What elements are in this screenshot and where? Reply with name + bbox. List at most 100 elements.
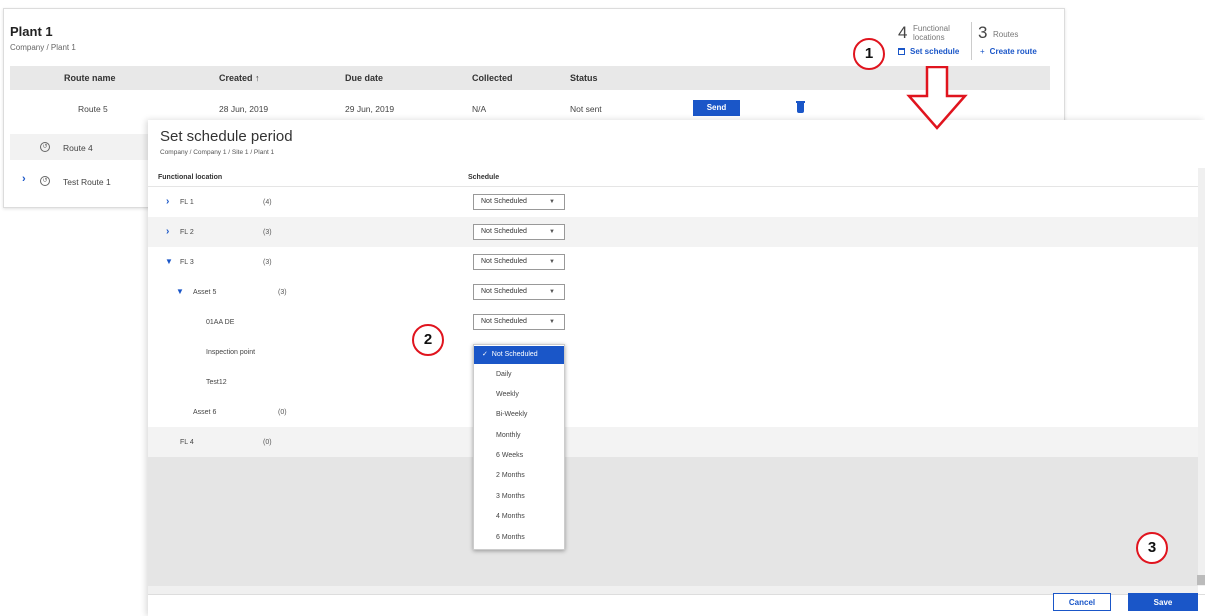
option-6-weeks[interactable]: 6 Weeks [474,446,564,466]
row-name: Test12 [206,379,227,386]
set-schedule-label: Set schedule [910,47,960,56]
table-row: › FL 1 (4) Not Scheduled ▼ [148,187,1198,217]
route-name[interactable]: Test Route 1 [63,177,111,187]
row-name: 01AA DE [206,319,235,326]
cancel-button[interactable]: Cancel [1053,593,1111,611]
option-not-scheduled[interactable]: ✓ Not Scheduled [474,346,564,364]
route-created: 28 Jun, 2019 [219,104,269,114]
caret-down-icon: ▼ [549,319,555,325]
row-name: FL 3 [180,259,194,266]
schedule-select[interactable]: Not Scheduled ▼ [473,284,565,300]
row-count: (0) [278,409,287,416]
check-icon: ✓ [482,351,488,358]
route-name[interactable]: Route 5 [78,104,108,114]
vertical-scrollbar[interactable] [1198,168,1205,586]
header-status[interactable]: Status [570,73,598,83]
option-2-months[interactable]: 2 Months [474,466,564,486]
header-created-label: Created [219,73,253,83]
routes-table-header [10,66,1050,90]
set-schedule-link[interactable]: Set schedule [898,47,959,56]
save-button[interactable]: Save [1128,593,1198,611]
row-name: Inspection point [206,349,256,356]
row-count: (3) [263,229,272,236]
row-name: Asset 5 [193,289,217,296]
callout-step-3: 3 [1136,532,1168,564]
chevron-down-icon[interactable]: ▼ [165,257,173,266]
calendar-icon [898,48,905,55]
schedule-select[interactable]: Not Scheduled ▼ [473,194,565,210]
functional-locations-count: 4 [898,23,908,42]
row-count: (3) [278,289,287,296]
down-arrow-icon [906,66,968,130]
option-daily[interactable]: Daily [474,365,564,385]
option-monthly[interactable]: Monthly [474,426,564,446]
create-route-label: Create route [989,47,1037,56]
header-collected[interactable]: Collected [472,73,513,83]
header-functional-location: Functional location [158,174,223,181]
option-label: Not Scheduled [491,351,538,358]
page-title: Plant 1 [10,24,53,39]
row-count: (3) [263,259,272,266]
caret-down-icon: ▼ [549,259,555,265]
row-name: FL 1 [180,199,194,206]
table-row: 01AA DE Not Scheduled ▼ [148,307,1198,337]
route-name[interactable]: Route 4 [63,143,93,153]
chevron-right-icon[interactable]: › [22,173,26,185]
schedule-dropdown-menu: ✓ Not Scheduled Daily Weekly Bi-Weekly M… [473,344,565,550]
option-6-months[interactable]: 6 Months [474,528,564,548]
chevron-right-icon[interactable]: › [166,226,169,237]
header-due-date[interactable]: Due date [345,73,383,83]
option-bi-weekly[interactable]: Bi-Weekly [474,405,564,425]
row-name: FL 2 [180,229,194,236]
table-row: FL 4 (0) [148,427,1198,457]
row-count: (0) [263,439,272,446]
table-row: Asset 6 (0) [148,397,1198,427]
modal-breadcrumb: Company / Company 1 / Site 1 / Plant 1 [160,149,275,156]
functional-locations-label-2: locations [913,33,945,42]
caret-down-icon: ▼ [549,229,555,235]
route-due-date: 29 Jun, 2019 [345,104,395,114]
send-button[interactable]: Send [693,100,740,116]
route-collected: N/A [472,104,487,114]
row-name: Asset 6 [193,409,217,416]
header-route-name[interactable]: Route name [64,73,116,83]
chevron-right-icon[interactable]: › [166,196,169,207]
modal-title: Set schedule period [160,128,293,145]
horizontal-scrollbar[interactable] [148,586,1198,594]
caret-down-icon: ▼ [549,289,555,295]
row-name: FL 4 [180,439,194,446]
history-icon: ↺ [40,176,50,186]
stats-divider [971,22,972,60]
modal-footer [148,594,1205,616]
trash-icon[interactable] [796,101,805,113]
select-value: Not Scheduled [481,318,527,325]
schedule-table-header: Functional location Schedule [148,168,1198,186]
scrollbar-thumb[interactable] [1197,575,1205,585]
history-icon: ↺ [40,142,50,152]
sort-up-icon: ↑ [255,73,260,83]
table-row: Test12 [148,367,1198,397]
routes-label: Routes [993,30,1019,39]
schedule-select[interactable]: Not Scheduled ▼ [473,254,565,270]
routes-count: 3 [978,23,988,42]
breadcrumb: Company / Plant 1 [10,43,76,52]
header-schedule: Schedule [468,174,500,181]
schedule-select-open[interactable]: Not Scheduled ▼ [473,314,565,330]
caret-down-icon: ▼ [549,199,555,205]
table-row: Inspection point [148,337,1198,367]
option-4-months[interactable]: 4 Months [474,507,564,527]
header-created[interactable]: Created ↑ [219,73,260,83]
chevron-down-icon[interactable]: ▼ [176,287,184,296]
functional-locations-label-1: Functional [913,24,950,33]
table-row: ▼ Asset 5 (3) Not Scheduled ▼ [148,277,1198,307]
select-value: Not Scheduled [481,198,527,205]
table-row: ▼ FL 3 (3) Not Scheduled ▼ [148,247,1198,277]
option-weekly[interactable]: Weekly [474,385,564,405]
plus-icon: + [980,47,985,56]
option-3-months[interactable]: 3 Months [474,487,564,507]
callout-step-2: 2 [412,324,444,356]
select-value: Not Scheduled [481,258,527,265]
route-status: Not sent [570,104,602,114]
schedule-select[interactable]: Not Scheduled ▼ [473,224,565,240]
create-route-link[interactable]: + Create route [980,47,1037,56]
